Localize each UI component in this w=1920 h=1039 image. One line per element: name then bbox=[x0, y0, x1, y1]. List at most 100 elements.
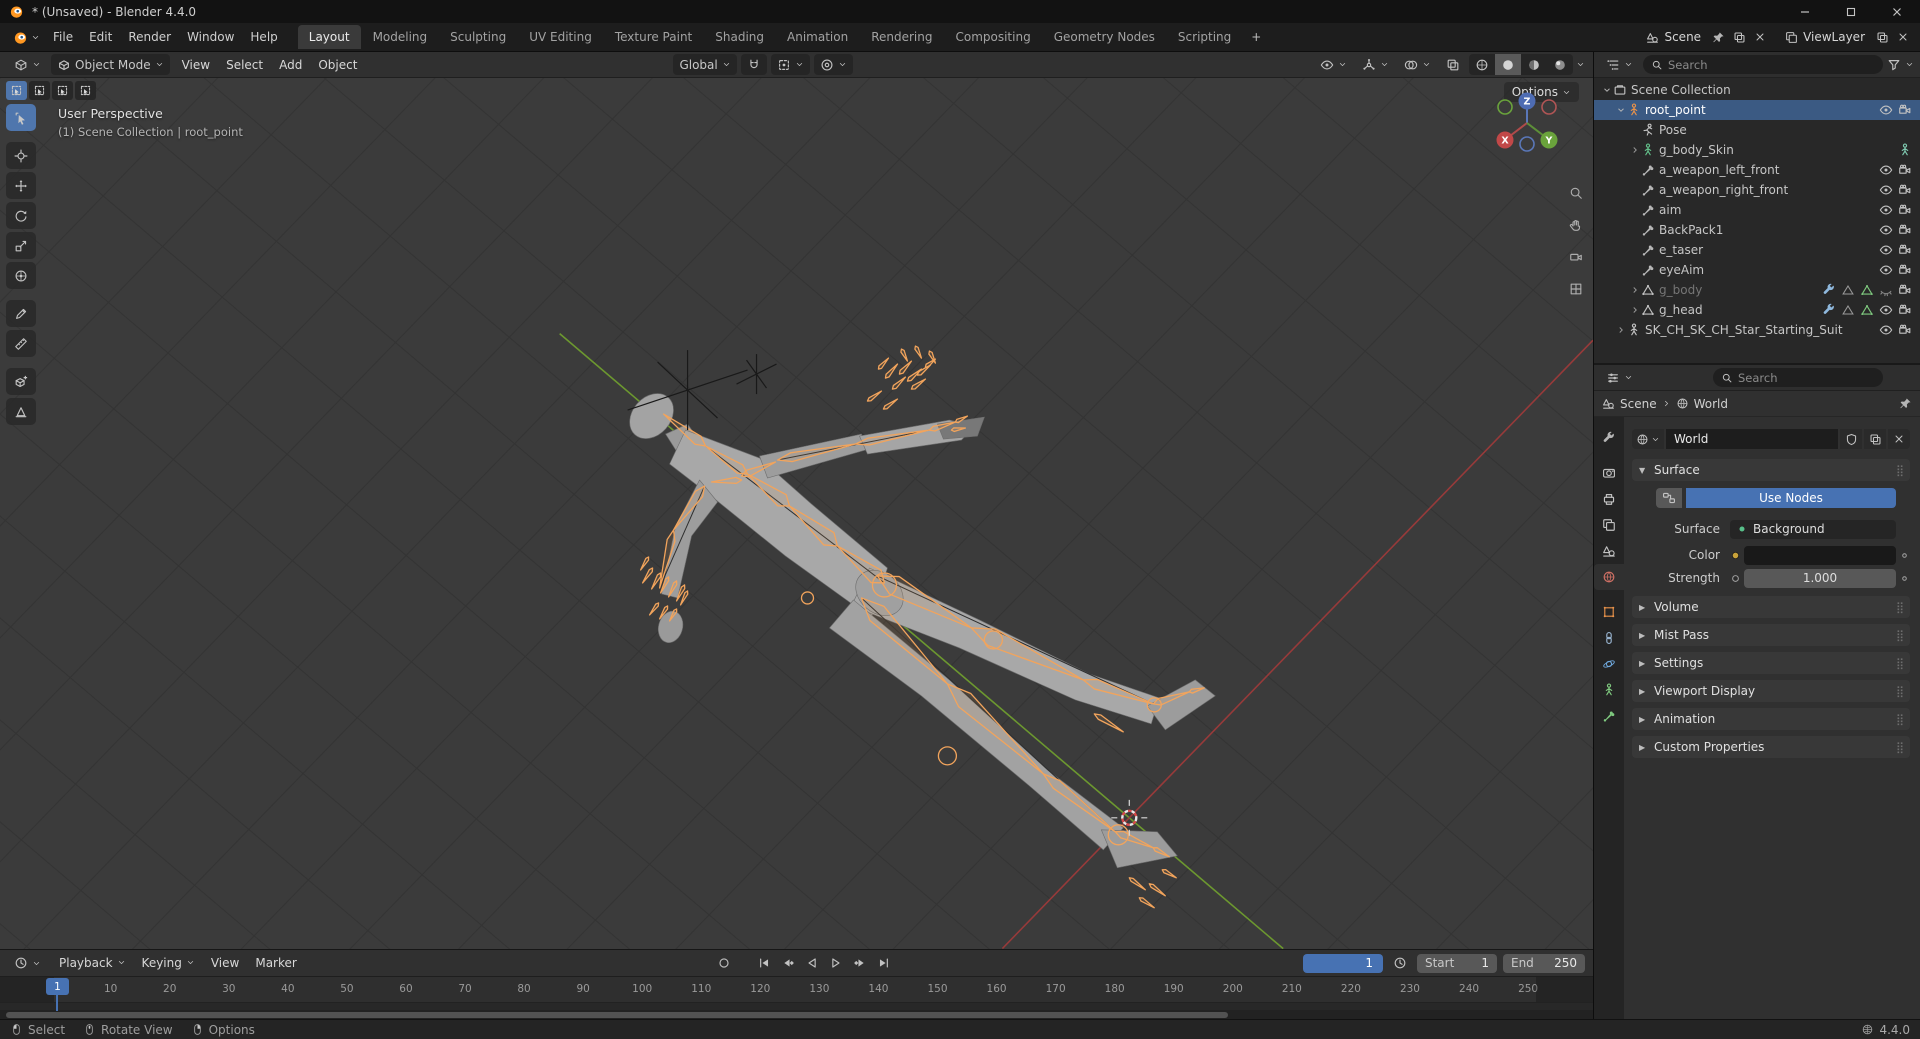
tool-annotate[interactable] bbox=[6, 300, 36, 327]
playhead[interactable]: 1 bbox=[46, 978, 69, 1011]
new-scene-icon[interactable] bbox=[1730, 28, 1748, 46]
jump-end-button[interactable] bbox=[873, 953, 895, 973]
remove-viewlayer-icon[interactable] bbox=[1894, 28, 1912, 46]
close-button[interactable] bbox=[1874, 0, 1920, 23]
timeline-tracks[interactable] bbox=[0, 1003, 1593, 1010]
transform-orientation-dropdown[interactable]: Global bbox=[673, 54, 736, 75]
mesh-data-icon[interactable] bbox=[1841, 303, 1855, 317]
menu-file[interactable]: File bbox=[45, 26, 81, 48]
workspace-tab-geometry-nodes[interactable]: Geometry Nodes bbox=[1043, 25, 1166, 49]
disable-render-icon[interactable] bbox=[1898, 223, 1912, 237]
timeline-menu-keying[interactable]: Keying bbox=[134, 953, 203, 973]
use-nodes-button[interactable]: Use Nodes bbox=[1686, 488, 1896, 508]
outliner-item-root-point[interactable]: root_point bbox=[1594, 100, 1920, 120]
breadcrumb-world[interactable]: World bbox=[1694, 397, 1728, 411]
shading-material-button[interactable] bbox=[1521, 54, 1547, 75]
hide-viewport-icon[interactable] bbox=[1879, 183, 1893, 197]
properties-tab-scene[interactable] bbox=[1594, 538, 1624, 564]
viewport-menu-select[interactable]: Select bbox=[218, 55, 271, 75]
snap-target-dropdown[interactable] bbox=[771, 54, 810, 75]
menu-window[interactable]: Window bbox=[179, 26, 242, 48]
shading-rendered-button[interactable] bbox=[1547, 54, 1573, 75]
navigation-gizmo[interactable]: Z X Y bbox=[1491, 86, 1563, 161]
outliner-item-aim[interactable]: aim bbox=[1594, 200, 1920, 220]
unlink-scene-icon[interactable] bbox=[1751, 28, 1769, 46]
strength-slider[interactable]: 1.000 bbox=[1744, 569, 1896, 588]
mesh-data-icon[interactable] bbox=[1841, 283, 1855, 297]
maximize-button[interactable] bbox=[1828, 0, 1874, 23]
surface-shader-dropdown[interactable]: Background bbox=[1730, 520, 1896, 539]
outliner-search-input[interactable] bbox=[1668, 58, 1875, 72]
wrench-mod-icon[interactable] bbox=[1822, 283, 1836, 297]
panel-drag-grip[interactable]: ⣿ bbox=[1896, 713, 1903, 726]
tri-data-icon[interactable] bbox=[1860, 283, 1874, 297]
outliner-item-scene-collection[interactable]: Scene Collection bbox=[1594, 80, 1920, 100]
disable-render-icon[interactable] bbox=[1898, 283, 1912, 297]
disable-render-icon[interactable] bbox=[1898, 203, 1912, 217]
outliner-item-eyeaim[interactable]: eyeAim bbox=[1594, 260, 1920, 280]
properties-tab-output[interactable] bbox=[1594, 486, 1624, 512]
select-mode-intersect[interactable] bbox=[75, 81, 96, 100]
workspace-tab-shading[interactable]: Shading bbox=[704, 25, 775, 49]
grid-ortho-button[interactable] bbox=[1569, 282, 1583, 299]
visibility-dropdown[interactable] bbox=[1314, 54, 1353, 75]
wrench-mod-icon[interactable] bbox=[1822, 303, 1836, 317]
panel-mist-pass[interactable]: ▶Mist Pass⣿ bbox=[1632, 624, 1910, 646]
timeline-scrollbar[interactable] bbox=[0, 1010, 1593, 1019]
jump-start-button[interactable] bbox=[753, 953, 775, 973]
expander-icon[interactable] bbox=[1628, 305, 1641, 315]
tool-move[interactable] bbox=[6, 172, 36, 199]
workspace-tab-texture-paint[interactable]: Texture Paint bbox=[604, 25, 703, 49]
hide-viewport-icon[interactable] bbox=[1879, 263, 1893, 277]
outliner-item-pose[interactable]: Pose bbox=[1594, 120, 1920, 140]
disable-render-icon[interactable] bbox=[1898, 183, 1912, 197]
editor-type-button[interactable] bbox=[8, 54, 47, 75]
panel-drag-grip[interactable]: ⣿ bbox=[1896, 685, 1903, 698]
panel-drag-grip[interactable]: ⣿ bbox=[1896, 741, 1903, 754]
workspace-tab-scripting[interactable]: Scripting bbox=[1167, 25, 1242, 49]
new-world-button[interactable] bbox=[1864, 429, 1886, 449]
panel-drag-grip[interactable]: ⣿ bbox=[1896, 657, 1903, 670]
filter-icon[interactable] bbox=[1887, 58, 1901, 72]
disable-render-icon[interactable] bbox=[1898, 323, 1912, 337]
tool-add-cube[interactable] bbox=[6, 368, 36, 395]
pin-icon[interactable] bbox=[1899, 397, 1912, 410]
hide-viewport-icon[interactable] bbox=[1879, 283, 1893, 297]
properties-tab-world[interactable] bbox=[1594, 564, 1624, 590]
properties-search[interactable] bbox=[1713, 368, 1883, 387]
animate-dot-icon[interactable] bbox=[1899, 573, 1910, 584]
new-viewlayer-icon[interactable] bbox=[1873, 28, 1891, 46]
next-keyframe-button[interactable] bbox=[849, 953, 871, 973]
viewport-menu-view[interactable]: View bbox=[174, 55, 218, 75]
properties-tab-bone[interactable] bbox=[1594, 703, 1624, 729]
pin-icon[interactable] bbox=[1709, 28, 1727, 46]
snap-toggle[interactable] bbox=[741, 54, 767, 75]
hide-viewport-icon[interactable] bbox=[1879, 223, 1893, 237]
panel-drag-grip[interactable]: ⣿ bbox=[1896, 464, 1903, 477]
breadcrumb-scene[interactable]: Scene bbox=[1620, 397, 1657, 411]
properties-tab-physics[interactable] bbox=[1594, 651, 1624, 677]
properties-tab-tool[interactable] bbox=[1594, 425, 1624, 451]
workspace-tab-sculpting[interactable]: Sculpting bbox=[439, 25, 517, 49]
timeline-menu-view[interactable]: View bbox=[203, 953, 247, 973]
outliner-item-a-weapon-right-front[interactable]: a_weapon_right_front bbox=[1594, 180, 1920, 200]
use-preview-range-toggle[interactable] bbox=[1389, 953, 1411, 973]
properties-search-input[interactable] bbox=[1738, 371, 1875, 385]
hide-viewport-icon[interactable] bbox=[1879, 243, 1893, 257]
properties-tab-constraints[interactable] bbox=[1594, 625, 1624, 651]
overlays-dropdown[interactable] bbox=[1398, 54, 1437, 75]
hide-viewport-icon[interactable] bbox=[1879, 303, 1893, 317]
disable-render-icon[interactable] bbox=[1898, 303, 1912, 317]
expander-icon[interactable] bbox=[1628, 145, 1641, 155]
tool-cursor-3d[interactable] bbox=[6, 142, 36, 169]
world-name-input[interactable] bbox=[1674, 432, 1830, 446]
outliner-item-a-weapon-left-front[interactable]: a_weapon_left_front bbox=[1594, 160, 1920, 180]
outliner-item-sk-ch-sk-ch-star-starting-suit[interactable]: SK_CH_SK_CH_Star_Starting_Suit bbox=[1594, 320, 1920, 340]
zoom-button[interactable] bbox=[1569, 186, 1583, 203]
outliner-item-backpack1[interactable]: BackPack1 bbox=[1594, 220, 1920, 240]
timeline-menu-marker[interactable]: Marker bbox=[247, 953, 304, 973]
play-button[interactable] bbox=[825, 953, 847, 973]
disable-render-icon[interactable] bbox=[1898, 163, 1912, 177]
blender-menu-button[interactable] bbox=[8, 28, 45, 47]
outliner-editor-type-button[interactable] bbox=[1600, 54, 1639, 75]
